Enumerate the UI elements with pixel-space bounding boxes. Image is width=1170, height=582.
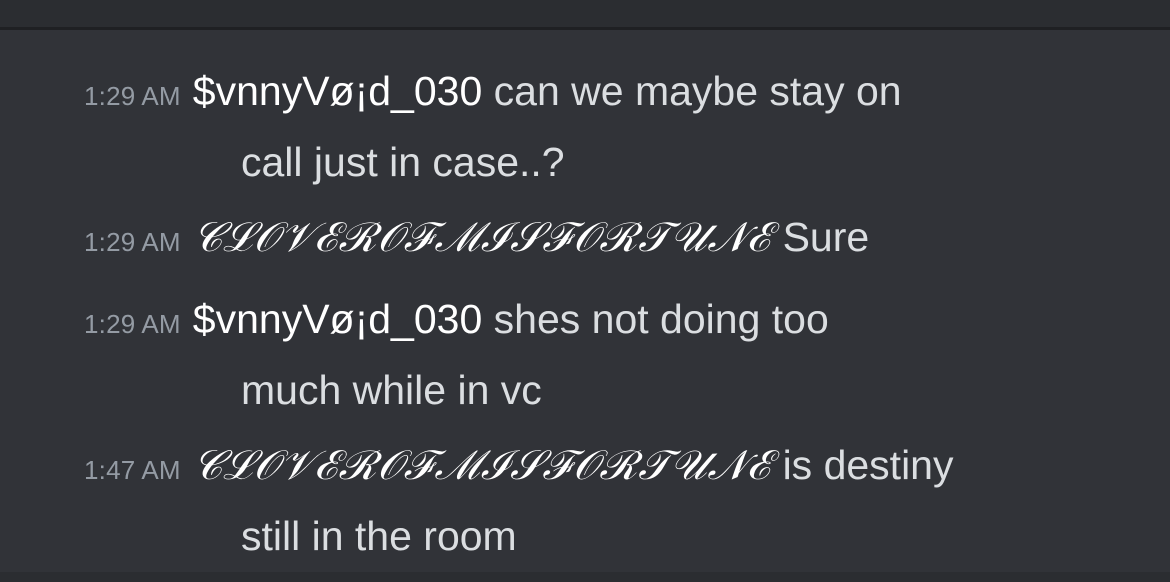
message-text: can we maybe stay on xyxy=(493,68,902,114)
composer-edge xyxy=(0,572,1170,582)
message-text-continued: still in the room xyxy=(241,513,517,559)
message-timestamp: 1:47 AM xyxy=(84,455,181,485)
message-item[interactable]: 1:29 AM $vnnyVø¡d_030 shes not doing too … xyxy=(84,286,1024,423)
message-timestamp: 1:29 AM xyxy=(84,227,181,257)
message-item[interactable]: 1:47 AM 𝒞ℒ𝒪𝒱ℰℛ𝒪ℱℳℐ𝒮ℱ𝒪ℛ𝒯𝒰𝒩ℰ is destiny sti… xyxy=(84,432,1024,569)
message-timestamp: 1:29 AM xyxy=(84,309,181,339)
message-text-continued: call just in case..? xyxy=(241,139,565,185)
message-item[interactable]: 1:29 AM 𝒞ℒ𝒪𝒱ℰℛ𝒪ℱℳℐ𝒮ℱ𝒪ℛ𝒯𝒰𝒩ℰ Sure xyxy=(84,204,1024,275)
message-text: is destiny xyxy=(782,442,954,488)
message-username[interactable]: 𝒞ℒ𝒪𝒱ℰℛ𝒪ℱℳℐ𝒮ℱ𝒪ℛ𝒯𝒰𝒩ℰ xyxy=(193,213,771,261)
message-timestamp: 1:29 AM xyxy=(84,81,181,111)
message-username[interactable]: $vnnyVø¡d_030 xyxy=(193,68,482,114)
message-text: Sure xyxy=(782,214,870,260)
message-username[interactable]: $vnnyVø¡d_030 xyxy=(193,296,482,342)
channel-header-bar xyxy=(0,0,1170,30)
message-text: shes not doing too xyxy=(493,296,829,342)
message-text-continued: much while in vc xyxy=(241,367,542,413)
message-username[interactable]: 𝒞ℒ𝒪𝒱ℰℛ𝒪ℱℳℐ𝒮ℱ𝒪ℛ𝒯𝒰𝒩ℰ xyxy=(193,441,771,489)
message-list: 1:29 AM $vnnyVø¡d_030 can we maybe stay o… xyxy=(0,33,1170,582)
message-item[interactable]: 1:29 AM $vnnyVø¡d_030 can we maybe stay o… xyxy=(84,58,1024,195)
